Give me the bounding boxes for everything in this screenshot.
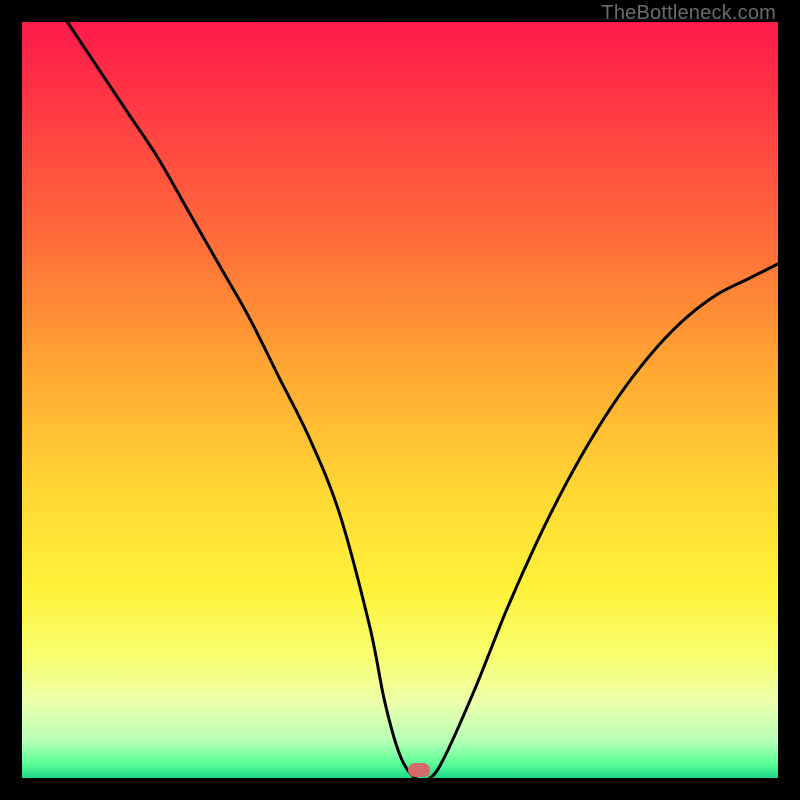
optimal-point-marker (408, 763, 430, 777)
watermark-text: TheBottleneck.com (601, 2, 776, 25)
bottleneck-curve (22, 22, 778, 778)
curve-path (67, 22, 778, 781)
chart-stage: TheBottleneck.com (0, 0, 800, 800)
